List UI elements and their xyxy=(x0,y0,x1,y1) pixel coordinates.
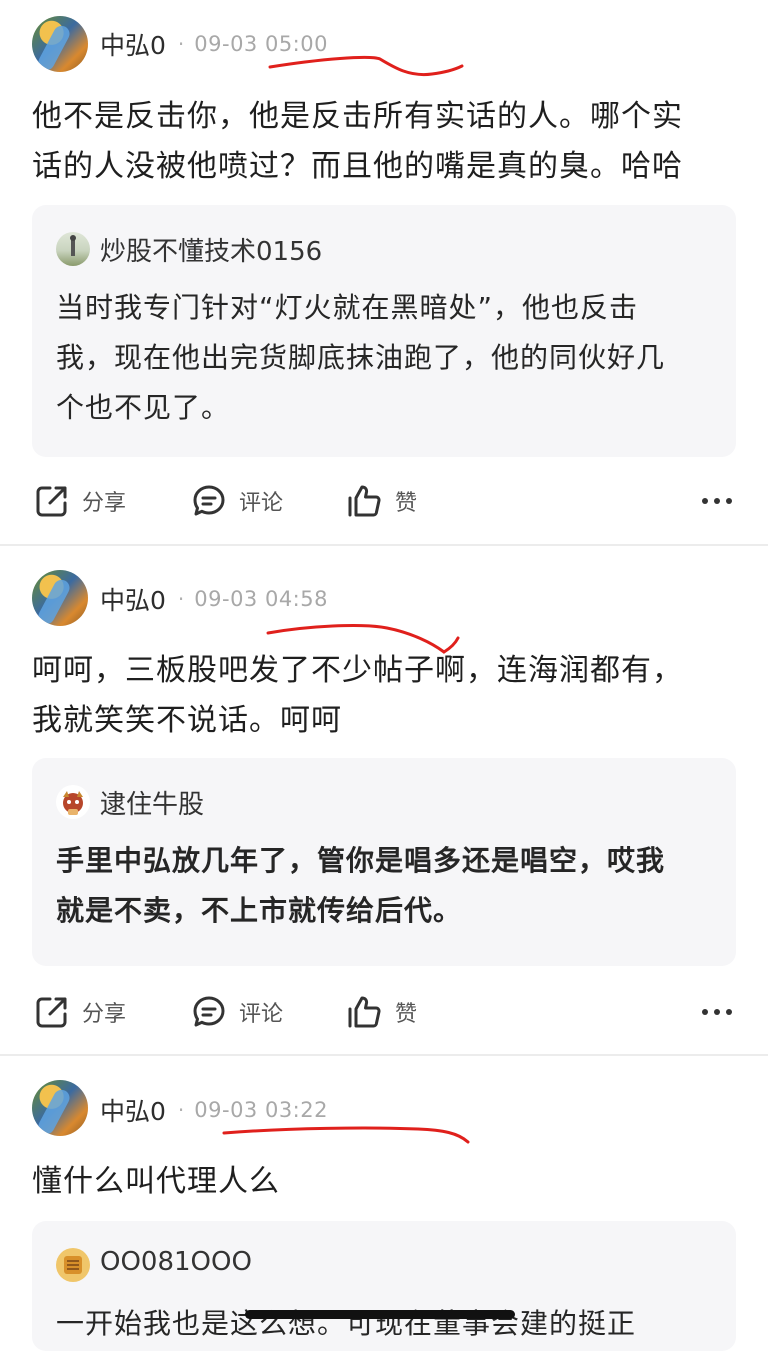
user-avatar[interactable] xyxy=(32,1080,88,1136)
post-time: 09-03 05:00 xyxy=(194,32,328,56)
post-text-line: 话的人没被他喷过？而且他的嘴是真的臭。哈哈 xyxy=(32,149,683,184)
separator-dot: · xyxy=(177,587,185,611)
share-button[interactable]: 分享 xyxy=(34,476,126,526)
quoted-username[interactable]: OO081OOO xyxy=(100,1247,252,1277)
quoted-text-line: 就是不卖，不上市就传给后代。 xyxy=(56,894,463,927)
post-actions: 分享 评论 赞 xyxy=(0,476,768,526)
comment-button[interactable]: 评论 xyxy=(191,987,283,1037)
post-text: 他不是反击你，他是反击所有实话的人。哪个实 话的人没被他喷过？而且他的嘴是真的臭… xyxy=(32,92,732,192)
quoted-text: 一开始我也是这么想。可现在董事会建的挺正 xyxy=(56,1299,716,1349)
quoted-user-avatar xyxy=(56,785,90,819)
quoted-text-line: 我，现在他出完货脚底抹油跑了，他的同伙好几 xyxy=(56,341,666,374)
post-text-line: 懂什么叫代理人么 xyxy=(32,1164,280,1199)
user-avatar[interactable] xyxy=(32,570,88,626)
post-header: 中弘0 · 09-03 04:58 xyxy=(100,579,328,619)
post-3: 中弘0 · 09-03 03:22 懂什么叫代理人么 OO081OOO 一开始我… xyxy=(0,1056,768,1351)
quoted-text-line: 一开始我也是这么想。可现在董事会建的挺正 xyxy=(56,1307,637,1340)
username[interactable]: 中弘0 xyxy=(100,1092,166,1128)
comment-button[interactable]: 评论 xyxy=(191,476,283,526)
username[interactable]: 中弘0 xyxy=(100,581,166,617)
quoted-user-avatar xyxy=(56,1248,90,1282)
quoted-text: 手里中弘放几年了，管你是唱多还是唱空，哎我 就是不卖，不上市就传给后代。 xyxy=(56,836,716,936)
comment-icon xyxy=(193,485,225,516)
quoted-text-line: 手里中弘放几年了，管你是唱多还是唱空，哎我 xyxy=(56,844,666,877)
post-text-line: 我就笑笑不说话。呵呵 xyxy=(32,703,342,738)
share-icon xyxy=(36,997,67,1028)
user-avatar[interactable] xyxy=(32,16,88,72)
quoted-text-line: 个也不见了。 xyxy=(56,391,231,424)
like-label: 赞 xyxy=(395,1002,418,1027)
like-label: 赞 xyxy=(395,491,418,516)
quoted-comment[interactable]: 逮住牛股 手里中弘放几年了，管你是唱多还是唱空，哎我 就是不卖，不上市就传给后代… xyxy=(32,758,736,966)
more-icon[interactable] xyxy=(702,1000,732,1024)
like-icon xyxy=(348,485,381,517)
post-text-line: 呵呵，三板股吧发了不少帖子啊，连海润都有， xyxy=(32,653,683,688)
quoted-comment[interactable]: 炒股不懂技术0156 当时我专门针对“灯火就在黑暗处”，他也反击 我，现在他出完… xyxy=(32,205,736,457)
quoted-text-line: 当时我专门针对“灯火就在黑暗处”，他也反击 xyxy=(56,291,639,324)
quoted-user-avatar xyxy=(56,232,90,266)
username[interactable]: 中弘0 xyxy=(100,26,166,62)
comment-label: 评论 xyxy=(239,491,284,516)
like-button[interactable]: 赞 xyxy=(347,987,417,1037)
comment-icon xyxy=(193,996,225,1027)
post-time: 09-03 03:22 xyxy=(194,1098,328,1122)
home-indicator xyxy=(245,1310,515,1319)
quoted-username[interactable]: 炒股不懂技术0156 xyxy=(100,231,322,268)
post-time: 09-03 04:58 xyxy=(194,587,328,611)
share-button[interactable]: 分享 xyxy=(34,987,126,1037)
post-1: 中弘0 · 09-03 05:00 他不是反击你，他是反击所有实话的人。哪个实 … xyxy=(0,0,768,545)
post-text: 懂什么叫代理人么 xyxy=(32,1157,732,1207)
share-icon xyxy=(36,486,67,517)
quoted-username[interactable]: 逮住牛股 xyxy=(100,784,204,821)
like-icon xyxy=(348,996,381,1028)
like-button[interactable]: 赞 xyxy=(347,476,417,526)
post-header: 中弘0 · 09-03 05:00 xyxy=(100,24,328,64)
comment-label: 评论 xyxy=(239,1002,284,1027)
separator-dot: · xyxy=(177,32,185,56)
post-header: 中弘0 · 09-03 03:22 xyxy=(100,1090,328,1130)
share-label: 分享 xyxy=(82,491,127,516)
separator-dot: · xyxy=(177,1098,185,1122)
more-icon[interactable] xyxy=(702,489,732,513)
quoted-text: 当时我专门针对“灯火就在黑暗处”，他也反击 我，现在他出完货脚底抹油跑了，他的同… xyxy=(56,283,716,433)
post-2: 中弘0 · 09-03 04:58 呵呵，三板股吧发了不少帖子啊，连海润都有， … xyxy=(0,546,768,1054)
quoted-comment[interactable]: OO081OOO 一开始我也是这么想。可现在董事会建的挺正 xyxy=(32,1221,736,1351)
post-actions: 分享 评论 赞 xyxy=(0,987,768,1037)
post-text: 呵呵，三板股吧发了不少帖子啊，连海润都有， 我就笑笑不说话。呵呵 xyxy=(32,646,732,746)
share-label: 分享 xyxy=(82,1002,127,1027)
post-text-line: 他不是反击你，他是反击所有实话的人。哪个实 xyxy=(32,99,683,134)
